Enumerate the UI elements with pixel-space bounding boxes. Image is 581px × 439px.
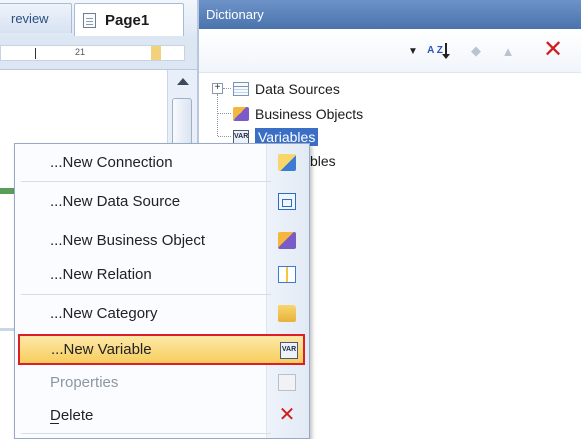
sort-label: A Z bbox=[427, 45, 443, 56]
menu-separator bbox=[21, 181, 271, 182]
delete-icon[interactable]: ✕ bbox=[541, 36, 565, 63]
ruler-margin-marker[interactable] bbox=[151, 46, 161, 60]
data-sources-icon bbox=[233, 82, 249, 96]
new-data-source-icon bbox=[278, 193, 296, 210]
menu-item-label: ...New Business Object bbox=[50, 232, 206, 249]
dictionary-title: Dictionary bbox=[206, 7, 264, 22]
dictionary-toolbar: ▼ A Z ◆ ▲ ✕ bbox=[199, 29, 581, 73]
dictionary-header: Dictionary bbox=[199, 0, 581, 29]
sort-arrow-icon bbox=[442, 43, 450, 59]
move-down-icon[interactable]: ◆ bbox=[467, 41, 485, 61]
tree-connector bbox=[217, 94, 218, 136]
tab-page1-label: Page1 bbox=[105, 11, 150, 29]
delete-icon: ✕ bbox=[278, 404, 296, 426]
tree-connector bbox=[223, 88, 231, 89]
new-connection-icon bbox=[278, 154, 296, 171]
tree-item-business-objects[interactable]: Business Objects bbox=[233, 103, 363, 125]
tab-page1[interactable]: Page1 bbox=[74, 3, 184, 36]
tree-item-label: Data Sources bbox=[255, 81, 340, 97]
access-key-underline bbox=[50, 423, 59, 424]
scroll-up-arrow-icon[interactable] bbox=[177, 78, 189, 85]
properties-icon bbox=[278, 374, 296, 391]
menu-item-delete[interactable]: Delete ✕ bbox=[15, 401, 309, 430]
menu-item-label: ...New Relation bbox=[50, 266, 152, 283]
new-business-object-icon bbox=[278, 232, 296, 249]
menu-item-label: ...New Category bbox=[50, 305, 158, 322]
menu-item-new-connection[interactable]: ...New Connection bbox=[15, 148, 309, 177]
menu-item-new-data-source[interactable]: ...New Data Source bbox=[15, 187, 309, 216]
menu-item-label: Properties bbox=[50, 374, 119, 391]
tree-item-data-sources[interactable]: Data Sources bbox=[233, 78, 340, 100]
menu-item-new-relation[interactable]: ...New Relation bbox=[15, 260, 309, 289]
business-objects-icon bbox=[233, 107, 249, 121]
expand-icon[interactable]: + bbox=[212, 83, 223, 94]
menu-item-new-business-object[interactable]: ...New Business Object bbox=[15, 226, 309, 255]
new-category-icon bbox=[278, 305, 296, 322]
tab-preview-label: review bbox=[11, 11, 49, 26]
menu-item-properties[interactable]: Properties bbox=[15, 368, 309, 397]
tab-preview[interactable]: review bbox=[0, 3, 72, 33]
ruler-number: 21 bbox=[75, 47, 86, 57]
page-tab-strip: review Page1 bbox=[0, 0, 197, 36]
horizontal-ruler: 21 bbox=[0, 36, 197, 70]
tree-connector bbox=[218, 136, 231, 137]
menu-item-label: Delete bbox=[50, 407, 94, 424]
page-icon bbox=[83, 12, 96, 28]
menu-separator bbox=[21, 433, 271, 434]
variables-icon: VAR bbox=[233, 130, 249, 144]
move-up-icon[interactable]: ▲ bbox=[499, 41, 517, 61]
menu-item-new-category[interactable]: ...New Category bbox=[15, 299, 309, 328]
tree-item-label: Business Objects bbox=[255, 106, 364, 122]
menu-item-label: ...New Data Source bbox=[50, 193, 181, 210]
ruler-scale: 21 bbox=[0, 45, 185, 61]
dropdown-arrow-icon[interactable]: ▼ bbox=[406, 41, 420, 61]
new-relation-icon bbox=[278, 266, 296, 283]
menu-item-label: ...New Variable bbox=[51, 341, 152, 358]
ruler-tick bbox=[35, 48, 36, 59]
menu-item-new-variable[interactable]: ...New Variable VAR bbox=[18, 334, 305, 365]
menu-item-label: ...New Connection bbox=[50, 154, 173, 171]
menu-separator bbox=[21, 294, 271, 295]
new-variable-icon: VAR bbox=[280, 342, 298, 359]
context-menu: ...New Connection ...New Data Source ...… bbox=[14, 143, 310, 439]
tree-connector bbox=[218, 113, 231, 114]
